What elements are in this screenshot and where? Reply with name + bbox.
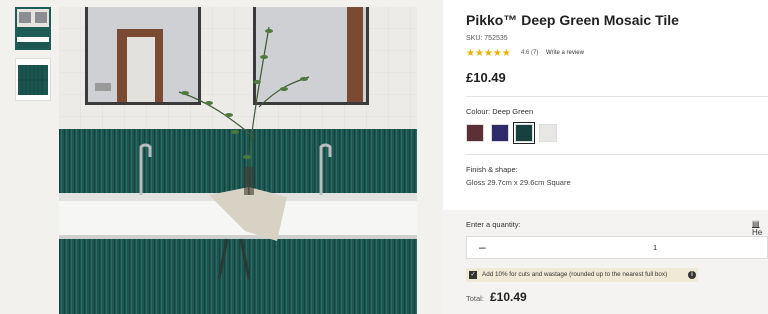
finish-label: Finish & shape: bbox=[466, 165, 518, 174]
swatch-indigo[interactable] bbox=[491, 124, 509, 142]
divider bbox=[466, 154, 768, 155]
rating-stars: ★★★★★ bbox=[466, 48, 511, 59]
quantity-stepper[interactable]: – 1 bbox=[466, 236, 768, 259]
rating-value: 4.6 (7) bbox=[521, 50, 539, 56]
write-review-link[interactable]: Write a review bbox=[546, 50, 584, 56]
product-details-panel: Pikko™ Deep Green Mosaic Tile SKU: 75253… bbox=[443, 0, 768, 314]
swatch-white[interactable] bbox=[539, 124, 557, 142]
wastage-checkbox-row[interactable]: ✓ Add 10% for cuts and wastage (rounded … bbox=[466, 268, 698, 282]
divider bbox=[466, 96, 768, 97]
thumbnail-2[interactable] bbox=[15, 58, 51, 101]
thumbnail-1[interactable] bbox=[15, 7, 51, 50]
wastage-text: Add 10% for cuts and wastage (rounded up… bbox=[482, 271, 668, 278]
sku-text: SKU: 752535 bbox=[466, 35, 508, 42]
total-label: Total: bbox=[466, 294, 484, 303]
image-gallery bbox=[0, 0, 443, 314]
quantity-label: Enter a quantity: bbox=[466, 220, 521, 229]
finish-value: Gloss 29.7cm x 29.6cm Square bbox=[466, 178, 571, 187]
quantity-input[interactable]: 1 bbox=[653, 243, 657, 252]
product-title: Pikko™ Deep Green Mosaic Tile bbox=[466, 12, 679, 28]
main-product-image bbox=[59, 7, 417, 314]
swatch-burgundy[interactable] bbox=[466, 124, 484, 142]
product-page: Pikko™ Deep Green Mosaic Tile SKU: 75253… bbox=[0, 0, 768, 314]
checkbox-icon[interactable]: ✓ bbox=[469, 271, 477, 279]
quantity-section: Enter a quantity: ▤ He – 1 ✓ Add 10% for… bbox=[443, 210, 768, 314]
help-icon: ▤ bbox=[752, 219, 760, 228]
swatch-deep-green[interactable] bbox=[513, 122, 535, 144]
product-price: £10.49 bbox=[466, 70, 506, 85]
total-value: £10.49 bbox=[490, 290, 527, 304]
help-link[interactable]: ▤ He bbox=[752, 219, 768, 237]
minus-button[interactable]: – bbox=[479, 240, 486, 254]
info-icon[interactable]: i bbox=[688, 271, 696, 279]
colour-label: Colour: Deep Green bbox=[466, 107, 534, 116]
